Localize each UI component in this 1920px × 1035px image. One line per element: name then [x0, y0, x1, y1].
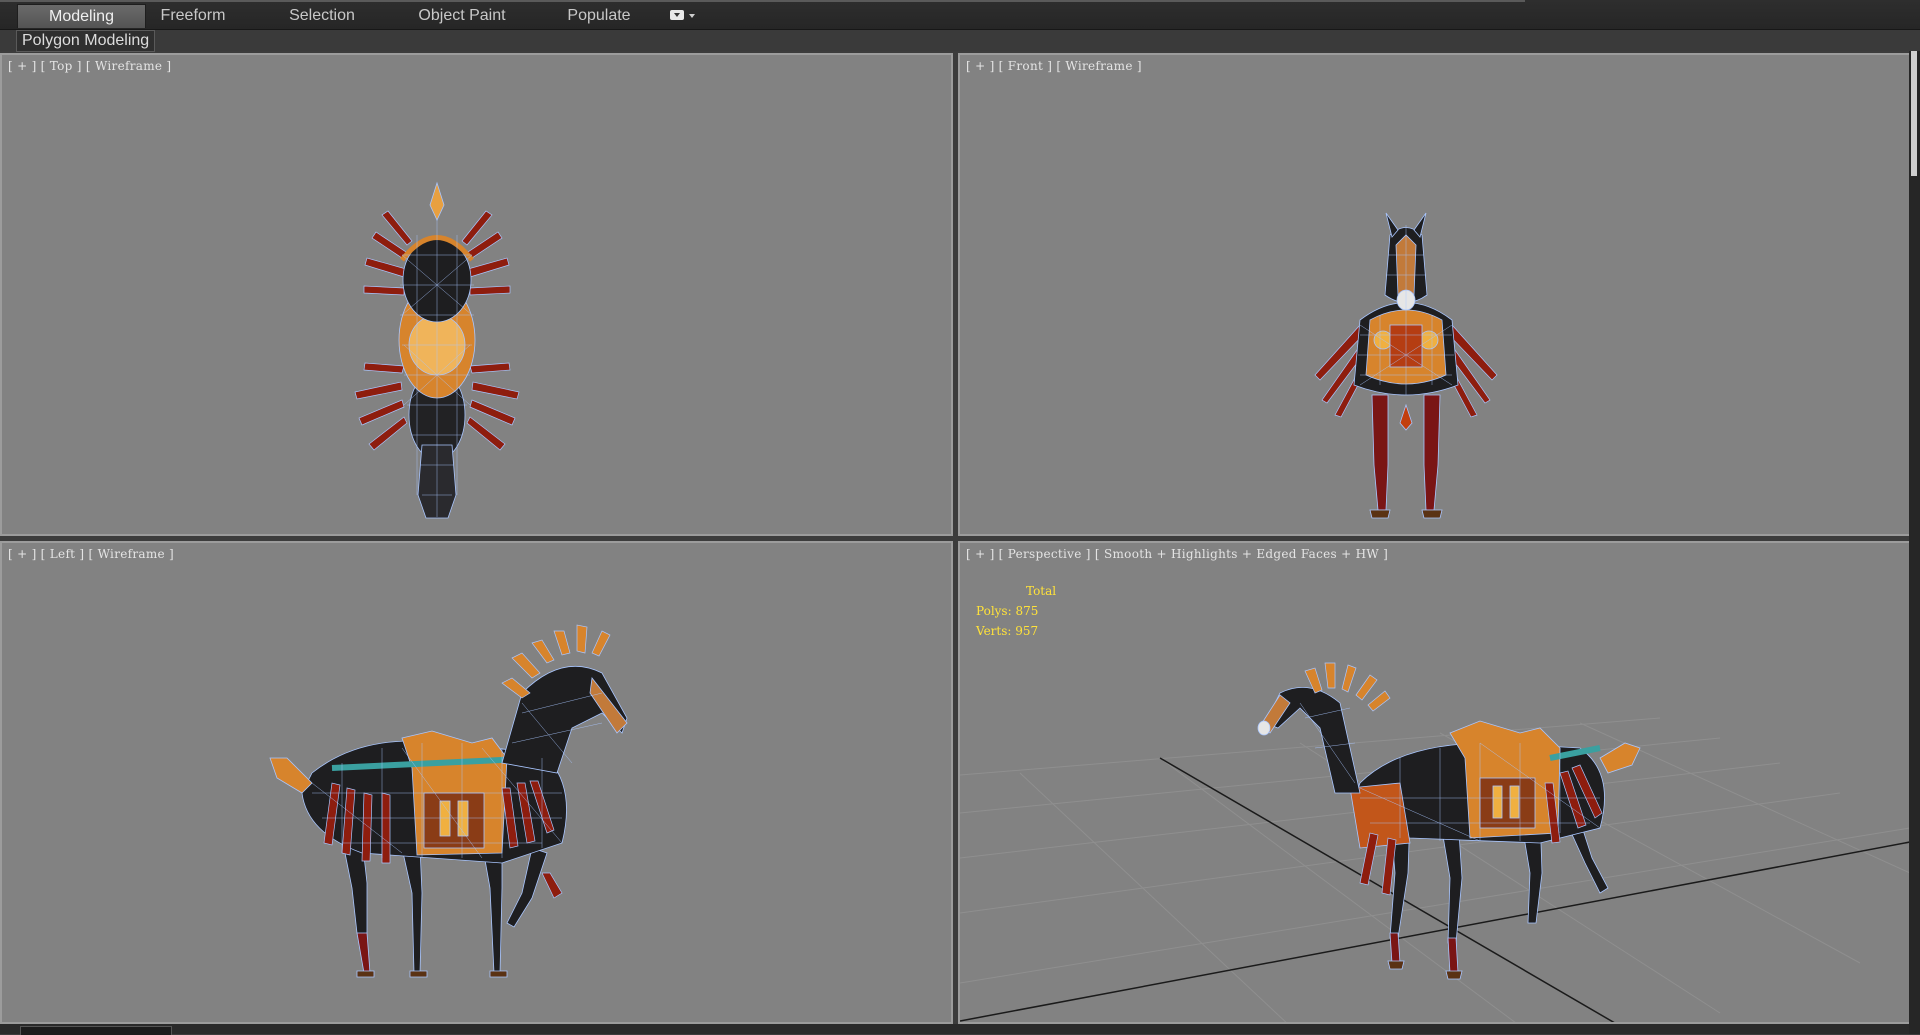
- tab-freeform[interactable]: Freeform: [145, 4, 241, 28]
- ribbon-tab-bar: Modeling Freeform Selection Object Paint…: [0, 0, 1920, 30]
- tab-populate[interactable]: Populate: [555, 4, 643, 28]
- tab-selection[interactable]: Selection: [272, 4, 372, 28]
- tab-modeling[interactable]: Modeling: [17, 4, 146, 28]
- bottom-bar: [0, 1024, 1909, 1035]
- horse-left-view: [269, 624, 628, 978]
- viewport-top[interactable]: [ + ] [ Top ] [ Wireframe ]: [0, 53, 953, 536]
- tab-object-paint[interactable]: Object Paint: [408, 4, 516, 28]
- dropdown-box-icon: [670, 10, 684, 20]
- right-scrollbar-thumb[interactable]: [1911, 51, 1917, 176]
- horse-top-view: [354, 181, 520, 519]
- polygon-modeling-button[interactable]: Polygon Modeling: [16, 30, 156, 52]
- right-scrollbar[interactable]: [1909, 51, 1920, 1034]
- viewport-perspective[interactable]: [ + ] [ Perspective ] [ Smooth + Highlig…: [958, 541, 1911, 1024]
- ribbon-panel: Polygon Modeling: [0, 30, 1920, 52]
- ribbon-top-line: [0, 0, 1525, 2]
- ribbon-options-dropdown[interactable]: [668, 8, 698, 24]
- viewport-left[interactable]: [ + ] [ Left ] [ Wireframe ]: [0, 541, 953, 1024]
- perspective-scene: [960, 662, 1909, 1022]
- viewport-front[interactable]: [ + ] [ Front ] [ Wireframe ]: [958, 53, 1911, 536]
- chevron-down-icon: [689, 14, 695, 18]
- horse-front-view: [1314, 212, 1498, 519]
